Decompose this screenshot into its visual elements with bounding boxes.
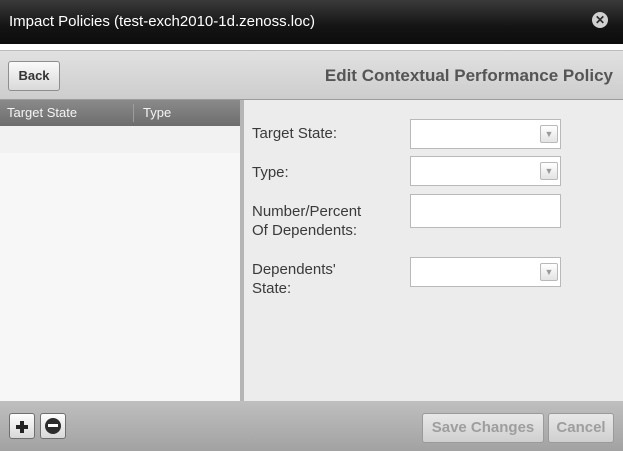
policy-form: Target State: ▼ Type: ▼ Number/Percent O… bbox=[244, 100, 623, 401]
number-percent-label-line2: Of Dependents: bbox=[252, 222, 358, 239]
dependents-state-label-line1: Dependents' bbox=[252, 261, 336, 278]
column-header-target-state[interactable]: Target State bbox=[7, 100, 77, 126]
save-changes-button[interactable]: Save Changes bbox=[422, 413, 544, 443]
grid-footer bbox=[0, 401, 240, 451]
number-percent-input[interactable] bbox=[410, 194, 561, 228]
grid-header: Target State Type bbox=[0, 100, 240, 126]
back-button[interactable]: Back bbox=[8, 61, 60, 91]
type-label: Type: bbox=[252, 164, 289, 181]
cancel-button[interactable]: Cancel bbox=[548, 413, 614, 443]
dialog-title: Impact Policies (test-exch2010-1d.zenoss… bbox=[9, 13, 315, 30]
chevron-down-icon[interactable]: ▼ bbox=[540, 162, 558, 180]
edit-policy-title: Edit Contextual Performance Policy bbox=[324, 66, 613, 85]
add-policy-button[interactable] bbox=[9, 413, 35, 439]
grid-body bbox=[0, 153, 240, 401]
dependents-state-label-line2: State: bbox=[252, 280, 292, 297]
close-icon[interactable]: ✕ bbox=[592, 12, 608, 28]
remove-policy-button[interactable] bbox=[40, 413, 66, 439]
target-state-combo[interactable]: ▼ bbox=[410, 119, 561, 149]
number-percent-label-line1: Number/Percent bbox=[252, 203, 362, 220]
type-combo[interactable]: ▼ bbox=[410, 156, 561, 186]
column-separator bbox=[133, 104, 134, 122]
column-header-type[interactable]: Type bbox=[143, 100, 171, 126]
chevron-down-icon[interactable]: ▼ bbox=[540, 125, 558, 143]
form-footer: Save Changes Cancel bbox=[244, 401, 623, 451]
toolbar: Back Edit Contextual Performance Policy bbox=[0, 50, 623, 100]
number-percent-label: Number/Percent Of Dependents: bbox=[252, 202, 361, 240]
policy-grid: Target State Type bbox=[0, 100, 240, 401]
dialog-footer: Save Changes Cancel bbox=[0, 401, 623, 451]
dialog-titlebar[interactable]: Impact Policies (test-exch2010-1d.zenoss… bbox=[0, 0, 623, 44]
chevron-down-icon[interactable]: ▼ bbox=[540, 263, 558, 281]
dependents-state-label: Dependents' State: bbox=[252, 260, 336, 298]
minus-icon bbox=[45, 418, 61, 434]
grid-empty-row bbox=[0, 126, 240, 153]
impact-policies-dialog: Impact Policies (test-exch2010-1d.zenoss… bbox=[0, 0, 623, 451]
dependents-state-combo[interactable]: ▼ bbox=[410, 257, 561, 287]
target-state-label: Target State: bbox=[252, 125, 338, 142]
